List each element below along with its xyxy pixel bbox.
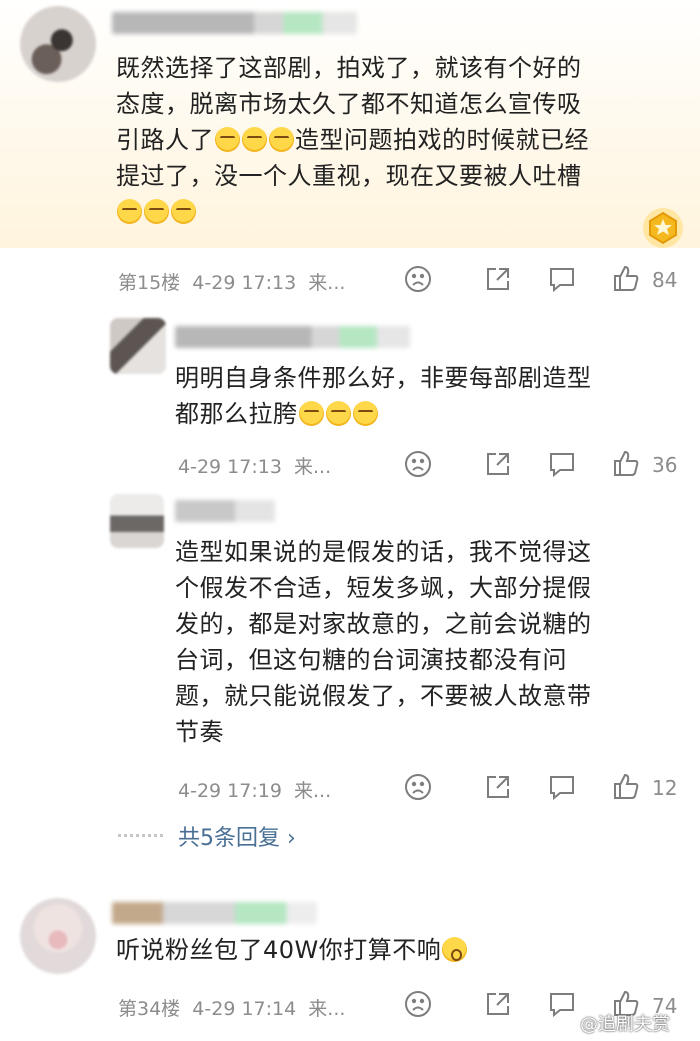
comment-text: 明明自身条件那么好，非要每部剧造型 都那么拉胯 <box>175 364 592 428</box>
comment-meta: 第15楼 4-29 17:13 来... <box>118 272 346 294</box>
frown-face-icon[interactable] <box>404 773 432 801</box>
replies-divider <box>118 834 163 837</box>
username-blurred[interactable] <box>112 902 317 924</box>
comment-meta: 第34楼 4-29 17:14 来... <box>118 998 346 1020</box>
thinking-emoji-icon <box>171 199 196 224</box>
thinking-emoji-icon <box>144 199 169 224</box>
frown-face-icon[interactable] <box>404 990 432 1018</box>
comment-meta: 4-29 17:13 来... <box>178 456 332 478</box>
avatar[interactable] <box>110 494 164 548</box>
like-count: 12 <box>652 776 678 800</box>
thinking-emoji-icon <box>352 401 378 426</box>
thinking-emoji-icon <box>298 401 324 426</box>
comment-text: 造型如果说的是假发的话，我不觉得这 个假发不合适，短发多飒，大部分提假 发的，都… <box>175 538 592 746</box>
thinking-emoji-icon <box>242 127 267 152</box>
comment-bubble-icon[interactable] <box>547 265 577 293</box>
comment-bubble-icon[interactable] <box>547 450 577 478</box>
thinking-emoji-icon <box>117 199 142 224</box>
share-icon[interactable] <box>484 265 512 293</box>
username-blurred[interactable] <box>175 500 275 522</box>
watermark: @追剧夫赏 <box>580 1014 670 1035</box>
thinking-emoji-icon <box>269 127 294 152</box>
thumbs-up-icon[interactable] <box>612 449 640 477</box>
comment-bubble-icon[interactable] <box>547 773 577 801</box>
username-blurred[interactable] <box>175 326 410 348</box>
thumbs-up-icon[interactable] <box>612 264 640 292</box>
share-icon[interactable] <box>484 773 512 801</box>
frown-face-icon[interactable] <box>404 450 432 478</box>
like-count: 84 <box>652 268 678 292</box>
comment-text: 既然选择了这部剧，拍戏了，就该有个好的 态度，脱离市场太久了都不知道怎么宣传吸 … <box>116 50 676 230</box>
thinking-emoji-icon <box>325 401 351 426</box>
comment-text: 听说粉丝包了40W你打算不响 <box>116 932 676 968</box>
share-icon[interactable] <box>484 450 512 478</box>
username-blurred[interactable] <box>112 12 357 34</box>
gold-crown-badge-icon <box>640 205 686 251</box>
shocked-emoji-icon <box>442 937 468 962</box>
avatar[interactable] <box>20 898 96 974</box>
comment-meta: 4-29 17:19 来... <box>178 780 332 802</box>
avatar[interactable] <box>20 6 96 82</box>
comment-bubble-icon[interactable] <box>547 990 577 1018</box>
avatar[interactable] <box>110 318 166 374</box>
view-replies-link[interactable]: 共5条回复 › <box>178 820 296 852</box>
chevron-right-icon: › <box>287 826 296 851</box>
thumbs-up-icon[interactable] <box>612 772 640 800</box>
like-count: 36 <box>652 453 678 477</box>
frown-face-icon[interactable] <box>404 265 432 293</box>
share-icon[interactable] <box>484 990 512 1018</box>
thinking-emoji-icon <box>215 127 240 152</box>
